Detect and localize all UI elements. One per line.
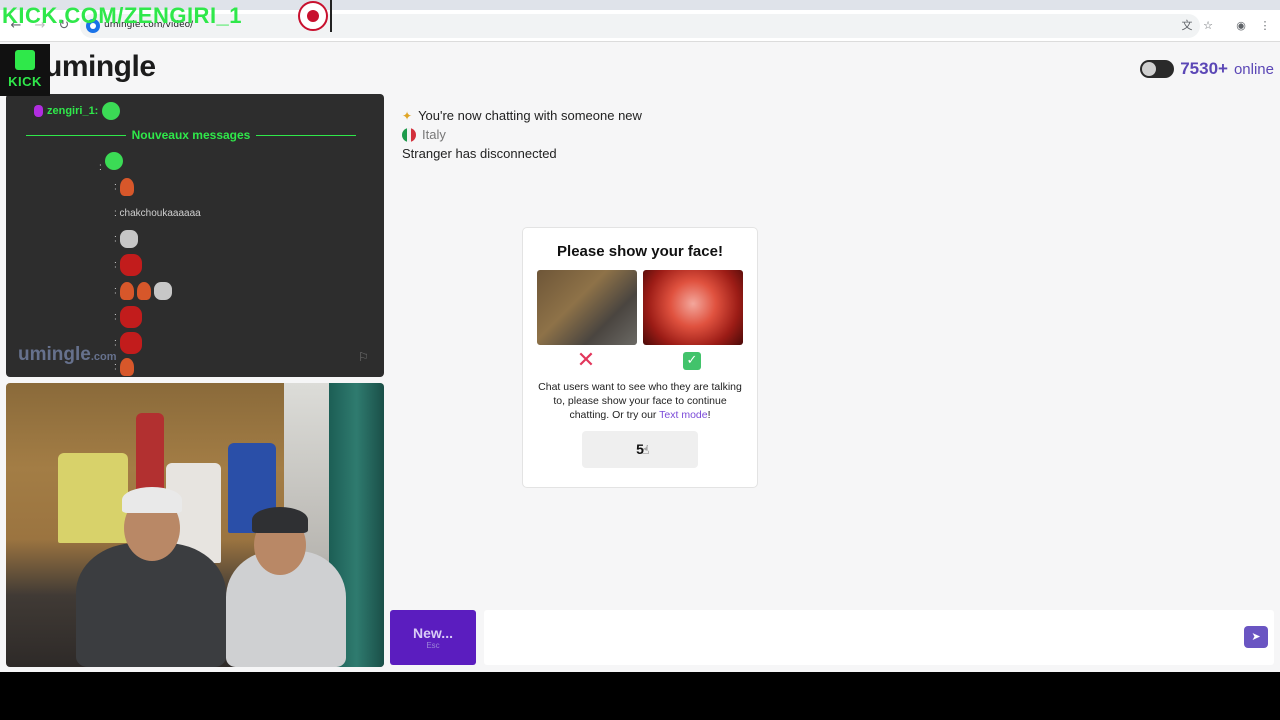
red-emote-icon [119,254,142,276]
modal-message-text: Chat users want to see who they are talk… [538,381,742,421]
bad-example-image [537,270,637,345]
video-person-left-cap [122,487,182,513]
new-chat-hint: Esc [426,641,440,650]
site-logo[interactable]: umingle [44,50,156,84]
red-emote-icon [119,332,142,354]
menu-icon[interactable]: ⋮ [1258,19,1272,33]
chat-message-new-partner: ✦ You're now chatting with someone new [402,108,642,123]
stream-chat-message: : chakchoukaaaaaa [114,208,201,219]
online-label: online [1233,60,1274,78]
italy-flag-icon [402,127,416,142]
stream-username: zengiri_1: [47,105,99,117]
kick-logo-text: KICK [8,74,42,89]
sparkle-icon: ✦ [402,108,413,123]
stream-chat-line: : [114,332,145,354]
watermark-text: umingle [18,344,91,365]
good-example-image [643,270,743,345]
flame-emote-icon [136,282,151,300]
chat-message-text: You're now chatting with someone new [418,108,642,123]
new-chat-button[interactable]: New... Esc [390,610,476,665]
kick-mark-icon [15,50,35,70]
watermark-suffix: .com [90,351,117,363]
red-emote-icon [119,306,142,328]
flame-emote-icon [119,178,134,196]
video-person-left [76,543,226,667]
countdown-button[interactable]: 5 [582,431,698,468]
profile-icon[interactable]: ◉ [1234,19,1248,33]
send-icon[interactable]: ➤ [1244,626,1268,648]
umingle-watermark: umingle.com [18,344,117,366]
new-chat-label: New... [413,625,453,641]
online-count: 7530+ [1180,59,1228,78]
overlay-divider [330,0,332,32]
stream-chat-line: : [114,254,145,276]
report-flag-icon[interactable]: ⚐ [358,350,374,364]
bookmark-star-icon[interactable]: ☆ [1201,19,1215,33]
stream-chat-line: : [114,358,137,376]
hand-cursor-icon: ☝ [642,443,650,457]
flame-emote-icon [119,358,134,376]
video-scene-jersey [58,453,128,543]
modal-message: Chat users want to see who they are talk… [535,380,745,422]
show-face-modal: Please show your face! ✕ ✓ Chat users wa… [523,228,757,487]
stream-chat-user: zengiri_1: [34,102,121,120]
modal-message-end: ! [707,409,711,421]
online-indicator: 7530+ online [1140,58,1274,80]
message-input[interactable] [484,610,1274,665]
new-messages-separator: Nouveaux messages [26,128,356,142]
grey-emote-icon [119,230,138,248]
kick-stream-banner: KICK.COM/ZENGIRI_1 [2,3,243,28]
chat-message-disconnected: Stranger has disconnected [402,146,557,161]
stream-chat-line: : [114,282,175,300]
green-emote-icon [102,102,121,120]
video-person-right-cap [252,507,308,533]
mic-icon [34,105,43,117]
stream-chat-line: : [99,152,123,173]
chat-message-text: Stranger has disconnected [402,146,557,161]
kick-logo: KICK [0,44,50,96]
self-video [6,383,384,667]
club-emblem-icon [298,1,328,31]
separator-label: Nouveaux messages [131,128,251,142]
flame-emote-icon [119,282,134,300]
grey-emote-icon [153,282,172,300]
chat-message-text: Italy [422,127,446,142]
theme-toggle[interactable] [1140,60,1175,78]
translate-icon[interactable]: 文 [1180,19,1194,33]
chat-message-country: Italy [402,127,446,142]
cross-icon: ✕ [576,348,596,373]
text-mode-link[interactable]: Text mode [659,409,707,421]
stream-chat-line: : [114,178,137,196]
stream-chat-line: : [114,306,145,328]
umingle-page: umingle 7530+ online zengiri_1: Nouveaux… [0,42,1280,672]
stream-chat-line: : [114,230,141,248]
modal-title: Please show your face! [557,243,723,260]
stranger-video: zengiri_1: Nouveaux messages : : : chakc… [6,94,384,377]
green-emote-icon [104,152,123,170]
check-icon: ✓ [683,352,701,370]
address-bar[interactable]: umingle.com/video/ [80,14,1200,38]
screen: ← → ↻ umingle.com/video/ 文 ☆ ◉ ⋮ umingle… [0,0,1280,720]
